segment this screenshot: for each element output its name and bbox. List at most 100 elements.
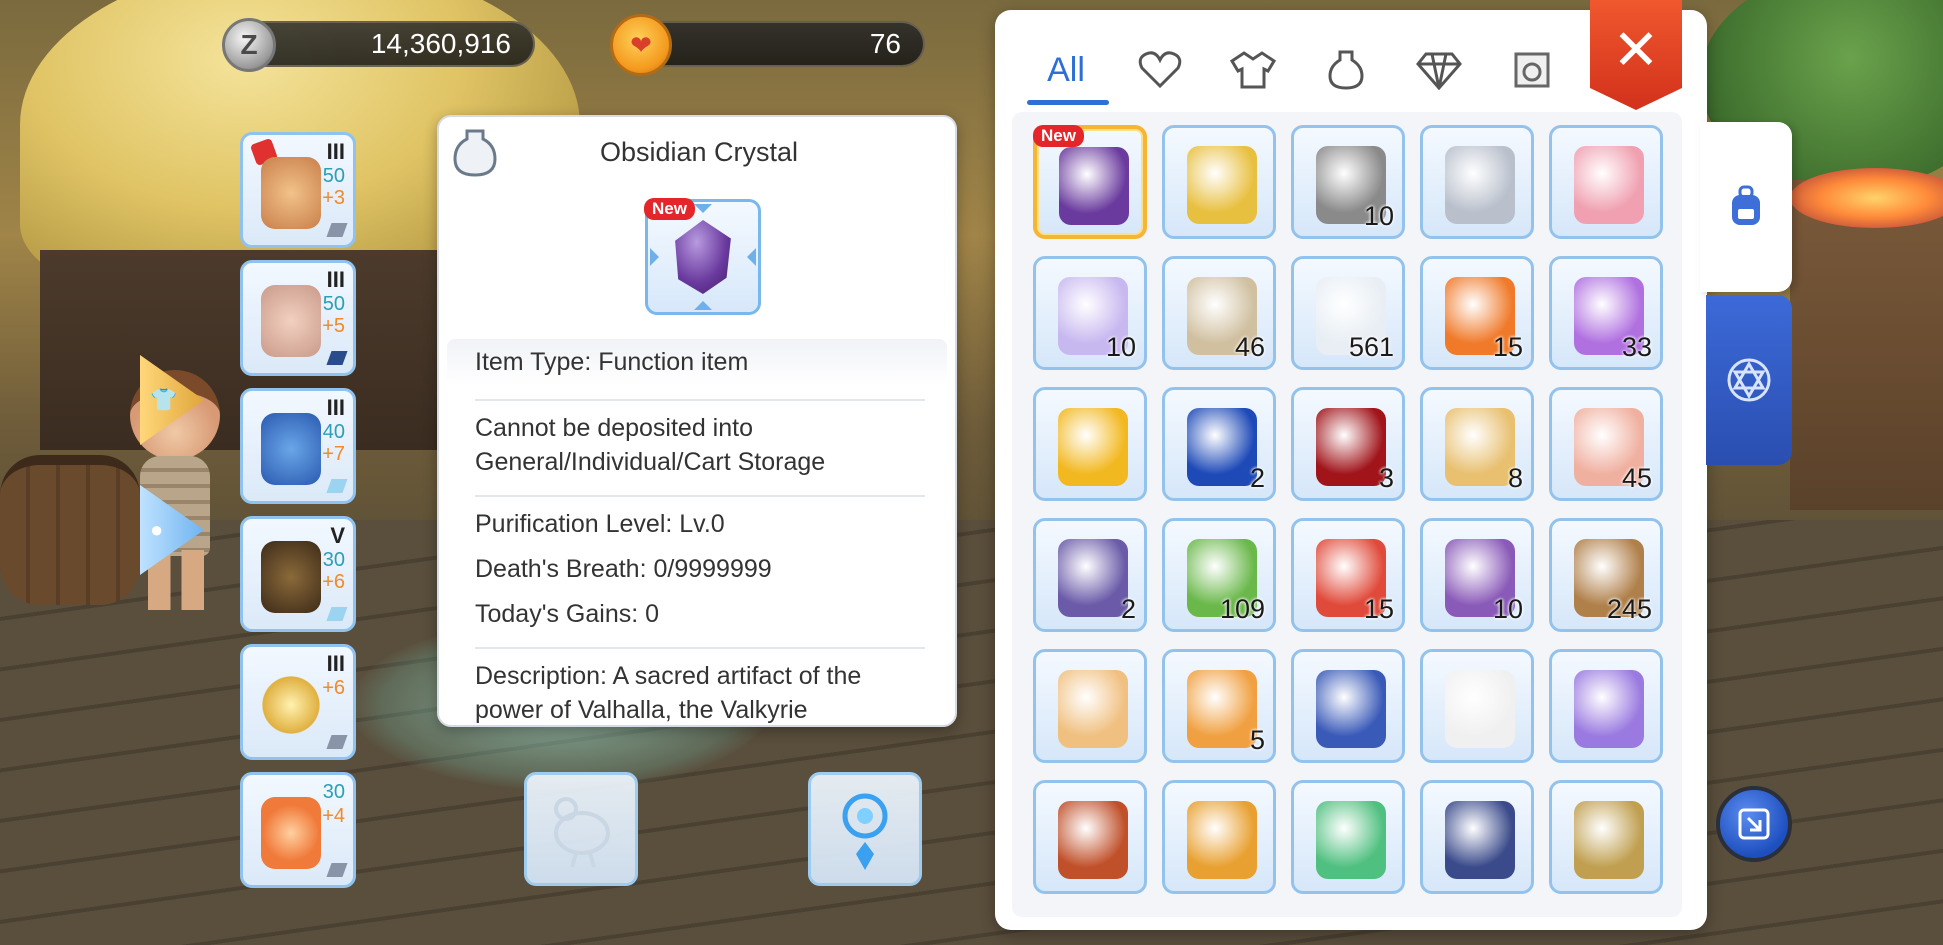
inventory-slot-red-gift-box[interactable]: 15 — [1291, 518, 1405, 632]
obsidian-crystal-icon — [1059, 147, 1129, 225]
wooden-deck — [1790, 180, 1943, 510]
crystal-icon — [675, 220, 731, 294]
hexagram-icon — [1727, 358, 1771, 402]
storage-note-line1: Cannot be deposited into — [475, 414, 753, 442]
new-badge: New — [1033, 125, 1084, 147]
inventory-slot-winged-gift-box[interactable] — [1033, 649, 1147, 763]
inventory-slot-obsidian-crystal[interactable]: New — [1033, 125, 1147, 239]
inventory-slot-disc[interactable] — [1420, 125, 1534, 239]
headgear-icon — [261, 157, 321, 229]
open-book-icon — [1445, 801, 1515, 879]
tab-consumables[interactable] — [1311, 40, 1381, 100]
disc-icon — [1445, 146, 1515, 224]
equip-slot-armor[interactable]: III 50 +5 — [240, 260, 356, 376]
item-count: 15 — [1363, 594, 1394, 624]
inventory-slot-star-badge[interactable]: 5 — [1162, 649, 1276, 763]
deaths-breath: Death's Breath: 0/9999999 — [475, 555, 772, 583]
inventory-slot-scroll[interactable]: 8 — [1420, 387, 1534, 501]
item-name: Obsidian Crystal — [599, 137, 799, 167]
equip-slot-cloak[interactable]: III 40 +7 — [240, 388, 356, 504]
item-count: 2 — [1249, 463, 1265, 493]
item-count: 561 — [1348, 332, 1394, 362]
inventory-slot-green-leaf[interactable]: 109 — [1162, 518, 1276, 632]
tab-cards[interactable] — [1497, 40, 1567, 100]
active-tab-indicator — [1027, 100, 1109, 105]
inventory-slot-ticket[interactable] — [1162, 125, 1276, 239]
tab-all[interactable]: All — [1025, 40, 1107, 100]
gem-amount: 76 — [869, 28, 901, 59]
tab-bag[interactable] — [1700, 122, 1792, 292]
tab-equipment[interactable] — [1218, 40, 1288, 100]
inventory-slot-gold-card[interactable] — [1033, 387, 1147, 501]
zeny-amount: 14,360,916 — [370, 28, 511, 59]
close-button[interactable]: ✕ — [1590, 0, 1682, 110]
tab-favorites[interactable] — [1125, 40, 1195, 100]
snowflake-icon — [842, 793, 888, 870]
smiley-book-icon — [1574, 670, 1644, 748]
inventory-slot-purple-gift-box[interactable]: 10 — [1420, 518, 1534, 632]
description-line1: Description: A sacred artifact of the — [475, 662, 862, 690]
item-tooltip: Obsidian Crystal New Item Type: Function… — [437, 115, 957, 727]
rune-slot[interactable] — [808, 772, 922, 886]
inventory-slot-vending-sign[interactable]: 10 — [1291, 125, 1405, 239]
inventory-slot-red-sword-card[interactable]: 3 — [1291, 387, 1405, 501]
inventory-slot-coin-sack[interactable]: 245 — [1549, 518, 1663, 632]
gem-icon — [1416, 52, 1462, 90]
inventory-slot-red-tome[interactable] — [1033, 780, 1147, 894]
inventory-slot-purple-book[interactable]: 2 — [1033, 518, 1147, 632]
pink-orb-box-icon — [1445, 670, 1515, 748]
red-sword-card-icon — [1316, 408, 1386, 486]
inventory-tabs: All — [1013, 32, 1613, 112]
close-icon: ✕ — [1612, 18, 1660, 81]
inventory-slot-cat-card[interactable] — [1291, 780, 1405, 894]
inventory-slot-smiley-book[interactable] — [1549, 649, 1663, 763]
inventory-slot-angel-wing-item[interactable] — [1549, 125, 1663, 239]
inventory-slot-open-book[interactable] — [1420, 780, 1534, 894]
gem-coin-icon: ❤ — [610, 14, 672, 76]
item-count: 2 — [1120, 594, 1136, 624]
inventory-slot-blue-tome[interactable] — [1291, 649, 1405, 763]
tab-materials[interactable] — [1404, 40, 1474, 100]
item-count: 3 — [1378, 463, 1394, 493]
ticket-icon — [1187, 146, 1257, 224]
equip-slot-boots[interactable]: V 30 +6 — [240, 516, 356, 632]
boots-icon — [261, 541, 321, 613]
armor-icon — [261, 285, 321, 357]
heart-icon — [1138, 51, 1182, 89]
cloak-icon — [261, 413, 321, 485]
inventory-slot-blue-shield-card[interactable]: 2 — [1162, 387, 1276, 501]
item-count: 5 — [1249, 725, 1265, 755]
inventory-slot-blue-horn[interactable]: 15 — [1420, 256, 1534, 370]
inventory-slot-butterfly-wing[interactable]: 46 — [1162, 256, 1276, 370]
tab-card-album[interactable] — [1706, 295, 1792, 465]
item-count: 45 — [1621, 463, 1652, 493]
inventory-slot-golden-statue[interactable] — [1549, 780, 1663, 894]
equip-slot-headgear[interactable]: III 50 +3 — [240, 132, 356, 248]
inventory-slot-crystal-orb[interactable] — [1162, 780, 1276, 894]
expand-button[interactable] — [1716, 786, 1792, 862]
inventory-slot-goblet[interactable]: 45 — [1549, 387, 1663, 501]
item-count: 15 — [1492, 332, 1523, 362]
slot-marker — [326, 607, 348, 621]
description-line2: power of Valhalla, the Valkyrie — [475, 696, 808, 724]
star-badge-icon — [1187, 670, 1257, 748]
item-count: 8 — [1507, 463, 1523, 493]
backpack-icon — [1732, 185, 1760, 225]
equip-slot-accessory[interactable]: III +6 — [240, 644, 356, 760]
purple-book-icon — [1058, 539, 1128, 617]
card-icon — [1514, 52, 1550, 88]
item-count: 46 — [1234, 332, 1265, 362]
inventory-slot-purple-butterfly[interactable]: 33 — [1549, 256, 1663, 370]
inventory-slot-potion-bottle[interactable]: 10 — [1033, 256, 1147, 370]
inventory-slot-white-feather[interactable]: 561 — [1291, 256, 1405, 370]
divider — [475, 495, 925, 497]
equip-slot-pet[interactable]: 30 +4 — [240, 772, 356, 888]
inventory-slot-pink-orb-box[interactable] — [1420, 649, 1534, 763]
slot-marker — [326, 863, 348, 877]
armor-icon — [1230, 51, 1276, 89]
slot-marker — [326, 223, 348, 237]
mount-slot[interactable] — [524, 772, 638, 886]
storage-note-line2: General/Individual/Cart Storage — [475, 448, 826, 476]
angel-wing-item-icon — [1574, 146, 1644, 224]
zeny-coin-icon: Z — [222, 18, 276, 72]
